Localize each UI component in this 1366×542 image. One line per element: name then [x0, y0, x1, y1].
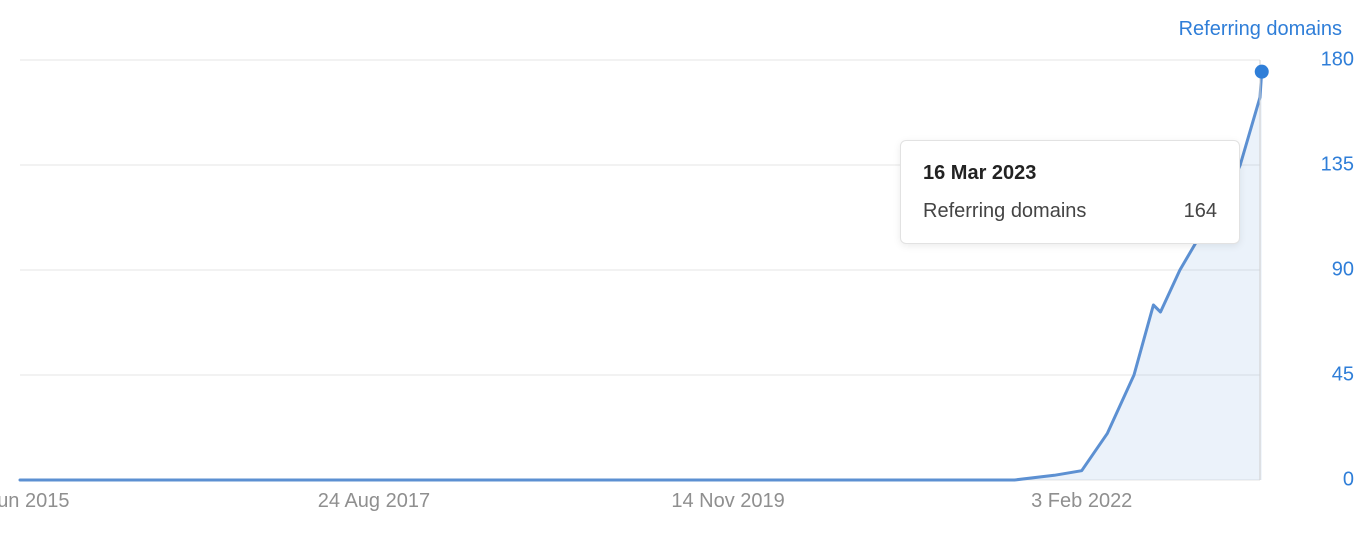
tooltip-metric-value: 164 [1184, 195, 1217, 227]
y-tick-label: 45 [1294, 364, 1354, 387]
series-end-dot [1255, 65, 1269, 79]
plot-area[interactable] [20, 60, 1260, 480]
x-tick-label: 14 Nov 2019 [671, 490, 784, 513]
y-axis-ticks: 18013590450 [1294, 60, 1354, 480]
x-tick-label: 3 Feb 2022 [1031, 490, 1132, 513]
tooltip: 16 Mar 2023 Referring domains 164 [900, 140, 1240, 244]
chart-container: Referring domains 180 135 90 45 0 4 Jun 2015… [0, 0, 1366, 542]
x-tick-label: 4 Jun 2015 [0, 490, 69, 513]
y-tick-label: 135 [1294, 154, 1354, 177]
series-area [20, 72, 1262, 480]
gridlines [20, 60, 1260, 480]
tooltip-date: 16 Mar 2023 [923, 157, 1217, 189]
legend-label[interactable]: Referring domains [1179, 18, 1342, 41]
x-axis-ticks: 4 Jun 201524 Aug 201714 Nov 20193 Feb 20… [20, 490, 1260, 520]
y-tick-label: 180 [1294, 49, 1354, 72]
chart-svg [20, 60, 1260, 480]
y-tick-label: 90 [1294, 259, 1354, 282]
series-line [20, 72, 1262, 480]
y-tick-label: 0 [1294, 469, 1354, 492]
tooltip-metric-label: Referring domains [923, 195, 1086, 227]
x-tick-label: 24 Aug 2017 [318, 490, 430, 513]
